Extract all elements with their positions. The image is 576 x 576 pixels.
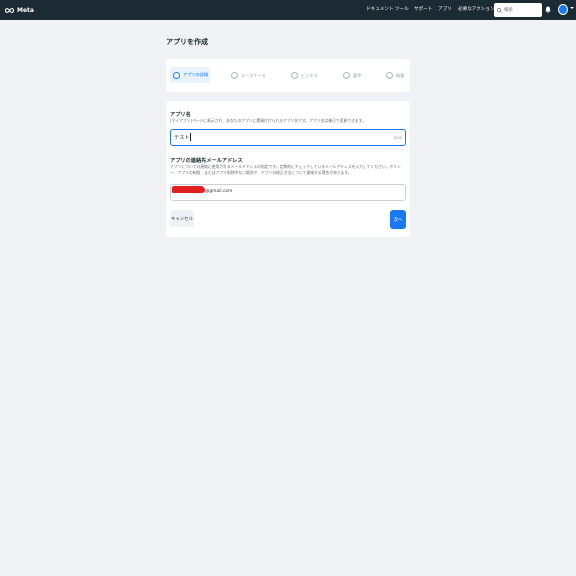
nav-apps[interactable]: アプリ [438,6,452,12]
contact-email-title: アプリの連絡先メールアドレス [170,158,243,164]
step-business: ビジネス [291,70,318,81]
app-name-title: アプリ名 [170,112,191,118]
nav-required-actions[interactable]: 必要なアクション [458,6,495,12]
page-title: アプリを作成 [166,38,208,46]
contact-email-description: アプリについての連絡に使用されるメールアドレスの指定です。定期的にチェックしてい… [170,164,401,175]
meta-logo[interactable]: Meta [4,4,34,16]
step-use-cases: ユースケース [231,70,266,81]
nav-support[interactable]: サポート [414,6,432,12]
step-indicator-icon [291,72,298,79]
contact-email-field[interactable]: @gmail.com [170,184,406,201]
step-indicator-icon [231,72,238,79]
logo-text: Meta [17,6,34,14]
step-overview: 概要 [386,70,404,81]
cancel-button[interactable]: キャンセル [170,210,194,227]
top-navigation-bar: Meta ドキュメント ツール サポート アプリ 必要なアクション [0,0,576,20]
search-input[interactable] [504,5,540,15]
step-indicator-icon [343,72,350,79]
nav-documents[interactable]: ドキュメント [366,6,394,12]
redaction-mark [172,186,205,193]
step-label: アプリの詳細 [183,72,209,77]
step-label: ユースケース [241,72,266,78]
next-button[interactable]: 次へ [390,210,406,229]
chevron-down-icon[interactable] [570,7,574,9]
step-label: 要件 [353,72,362,78]
step-indicator-icon [173,71,180,79]
meta-infinity-icon [4,7,15,13]
step-label: ビジネス [301,72,318,78]
user-avatar[interactable] [558,4,568,15]
search-box[interactable] [494,3,542,17]
step-app-details[interactable]: アプリの詳細 [170,67,210,83]
step-requirements: 要件 [343,70,361,81]
email-value: @gmail.com [205,189,233,194]
bell-icon[interactable] [545,6,551,13]
app-name-input[interactable]: テスト 3/30 [170,129,406,146]
nav-tools[interactable]: ツール [395,6,409,12]
app-name-description: [マイアプリ]ページに表示され、あなたのアプリに関連付けられるアプリ名です。アプ… [170,118,366,123]
character-counter: 3/30 [393,135,402,140]
progress-stepper: アプリの詳細 ユースケース ビジネス 要件 概要 [166,59,410,92]
text-cursor [190,133,191,141]
step-indicator-icon [386,72,393,79]
app-name-value: テスト [174,135,190,141]
search-icon [497,7,502,13]
step-label: 概要 [396,72,405,78]
